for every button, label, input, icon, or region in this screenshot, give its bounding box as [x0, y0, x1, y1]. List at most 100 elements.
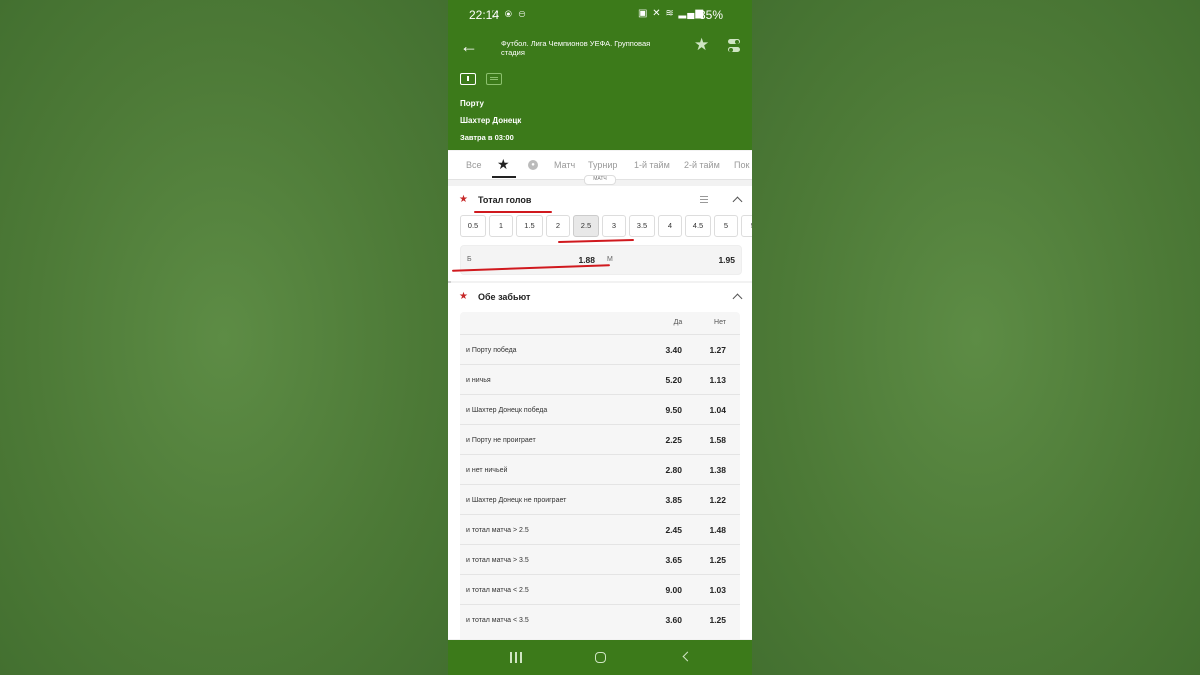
- table-row: и Шахтер Донецк победа 9.50 1.04: [460, 394, 740, 425]
- odds-no-button[interactable]: 1.13: [696, 365, 740, 395]
- odds-no-button[interactable]: 1.04: [696, 395, 740, 425]
- tab-more[interactable]: Пок: [734, 160, 749, 170]
- system-icons: ▣ ✕ ≋ ▂▄▆: [638, 8, 705, 19]
- under-odds-button[interactable]: М 1.95: [601, 246, 741, 274]
- odds-yes-value: 2.25: [665, 435, 682, 445]
- settings-toggle-icon[interactable]: [728, 39, 740, 53]
- odds-no-value: 1.04: [709, 405, 726, 415]
- odds-yes-button[interactable]: 2.25: [652, 425, 696, 455]
- row-label: и Порту не проиграет: [466, 437, 536, 444]
- info-view-icon[interactable]: [460, 73, 476, 85]
- phone-screen: 22:14 ⛶ ⦿ ⊖ ▣ ✕ ≋ ▂▄▆ 35% ← Футбол. Лига…: [448, 0, 752, 675]
- odds-yes-button[interactable]: 3.40: [652, 335, 696, 365]
- odds-no-value: 1.25: [709, 555, 726, 565]
- battery-level: 35%: [699, 8, 724, 22]
- tab-first-half[interactable]: 1-й тайм: [634, 160, 670, 170]
- odds-yes-button[interactable]: 9.50: [652, 395, 696, 425]
- total-odds-bar: Б 1.88 М 1.95: [460, 245, 742, 275]
- odds-no-button[interactable]: 1.48: [696, 515, 740, 545]
- over-label: Б: [467, 256, 472, 263]
- under-label: М: [607, 256, 613, 263]
- column-yes: Да: [673, 319, 683, 326]
- odds-no-value: 1.03: [709, 585, 726, 595]
- list-mode-icon[interactable]: [700, 196, 708, 203]
- odds-yes-button[interactable]: 2.45: [652, 515, 696, 545]
- team-away: Шахтер Донецк: [460, 116, 522, 125]
- odds-yes-value: 2.45: [665, 525, 682, 535]
- favorite-star-icon[interactable]: ★: [694, 35, 709, 55]
- odds-yes-button[interactable]: 3.85: [652, 485, 696, 515]
- android-nav-bar: [448, 640, 752, 675]
- tournament-title: Футбол. Лига Чемпионов УЕФА. Групповая с…: [501, 39, 651, 57]
- back-arrow-icon[interactable]: ←: [460, 36, 478, 56]
- row-label: и тотал матча < 2.5: [466, 587, 529, 594]
- odds-no-button[interactable]: 1.38: [696, 455, 740, 485]
- odds-yes-button[interactable]: 9.00: [652, 575, 696, 605]
- total-line-chip[interactable]: 0.5: [460, 215, 486, 237]
- collapse-chevron-icon[interactable]: [732, 196, 743, 207]
- list-view-icon[interactable]: [486, 73, 502, 85]
- total-line-chip[interactable]: 5: [741, 215, 752, 237]
- row-label: и тотал матча > 3.5: [466, 557, 529, 564]
- table-row: и тотал матча > 3.5 3.65 1.25: [460, 544, 740, 575]
- odds-yes-value: 3.40: [665, 345, 682, 355]
- row-label: и ничья: [466, 377, 491, 384]
- odds-no-button[interactable]: 1.27: [696, 335, 740, 365]
- nav-back-icon[interactable]: [682, 651, 693, 662]
- odds-yes-button[interactable]: 3.60: [652, 605, 696, 635]
- table-row: и тотал матча < 2.5 9.00 1.03: [460, 574, 740, 605]
- total-line-chip[interactable]: 2: [546, 215, 570, 237]
- total-line-chip-selected[interactable]: 2.5: [573, 215, 599, 237]
- odds-no-button[interactable]: 1.22: [696, 485, 740, 515]
- tab-live-icon[interactable]: ●: [528, 160, 538, 170]
- odds-yes-value: 3.85: [665, 495, 682, 505]
- collapse-chevron-icon[interactable]: [732, 293, 743, 304]
- pinned-star-icon[interactable]: ★: [459, 291, 468, 302]
- recent-apps-icon[interactable]: [510, 652, 522, 663]
- home-icon[interactable]: [595, 652, 606, 663]
- odds-no-value: 1.13: [709, 375, 726, 385]
- total-line-chip[interactable]: 1: [489, 215, 513, 237]
- table-row: и тотал матча > 2.5 2.45 1.48: [460, 514, 740, 545]
- total-line-chip[interactable]: 3.5: [629, 215, 655, 237]
- odds-no-button[interactable]: 1.03: [696, 575, 740, 605]
- pinned-star-icon[interactable]: ★: [459, 194, 468, 205]
- active-tab-indicator: [492, 176, 516, 178]
- team-home: Порту: [460, 99, 484, 108]
- row-label: и тотал матча < 3.5: [466, 617, 529, 624]
- annotation-underline-title: [474, 211, 552, 213]
- tab-favorites-star-icon[interactable]: ★: [497, 156, 510, 173]
- total-line-chip[interactable]: 3: [602, 215, 626, 237]
- tab-tournament[interactable]: Турнир: [588, 160, 617, 170]
- odds-no-value: 1.38: [709, 465, 726, 475]
- status-bar: 22:14 ⛶ ⦿ ⊖ ▣ ✕ ≋ ▂▄▆ 35%: [448, 0, 752, 28]
- total-line-selector: 0.5 1 1.5 2 2.5 3 3.5 4 4.5 5 5: [460, 215, 752, 237]
- table-row: и Порту победа 3.40 1.27: [460, 334, 740, 365]
- odds-no-value: 1.27: [709, 345, 726, 355]
- total-goals-title: Тотал голов: [478, 195, 532, 205]
- table-header: Да Нет: [460, 312, 740, 334]
- odds-yes-button[interactable]: 3.65: [652, 545, 696, 575]
- odds-no-value: 1.48: [709, 525, 726, 535]
- row-label: и тотал матча > 2.5: [466, 527, 529, 534]
- tab-tooltip: МАТЧ: [584, 175, 616, 185]
- tab-second-half[interactable]: 2-й тайм: [684, 160, 720, 170]
- row-label: и Порту победа: [466, 347, 517, 354]
- both-score-section: ★ Обе забьют Да Нет и Порту победа 3.40 …: [448, 283, 752, 639]
- odds-no-value: 1.25: [709, 615, 726, 625]
- total-line-chip[interactable]: 4.5: [685, 215, 711, 237]
- odds-yes-button[interactable]: 5.20: [652, 365, 696, 395]
- total-line-chip[interactable]: 1.5: [516, 215, 543, 237]
- total-goals-section: ★ Тотал голов 0.5 1 1.5 2 2.5 3 3.5 4 4.…: [448, 186, 752, 281]
- total-line-chip[interactable]: 4: [658, 215, 682, 237]
- odds-yes-value: 3.65: [665, 555, 682, 565]
- odds-yes-button[interactable]: 2.80: [652, 455, 696, 485]
- odds-no-button[interactable]: 1.25: [696, 605, 740, 635]
- background-right: [752, 0, 1200, 675]
- odds-no-button[interactable]: 1.25: [696, 545, 740, 575]
- odds-yes-value: 2.80: [665, 465, 682, 475]
- tab-match[interactable]: Матч: [554, 160, 575, 170]
- tab-all[interactable]: Все: [466, 160, 482, 170]
- odds-no-button[interactable]: 1.58: [696, 425, 740, 455]
- total-line-chip[interactable]: 5: [714, 215, 738, 237]
